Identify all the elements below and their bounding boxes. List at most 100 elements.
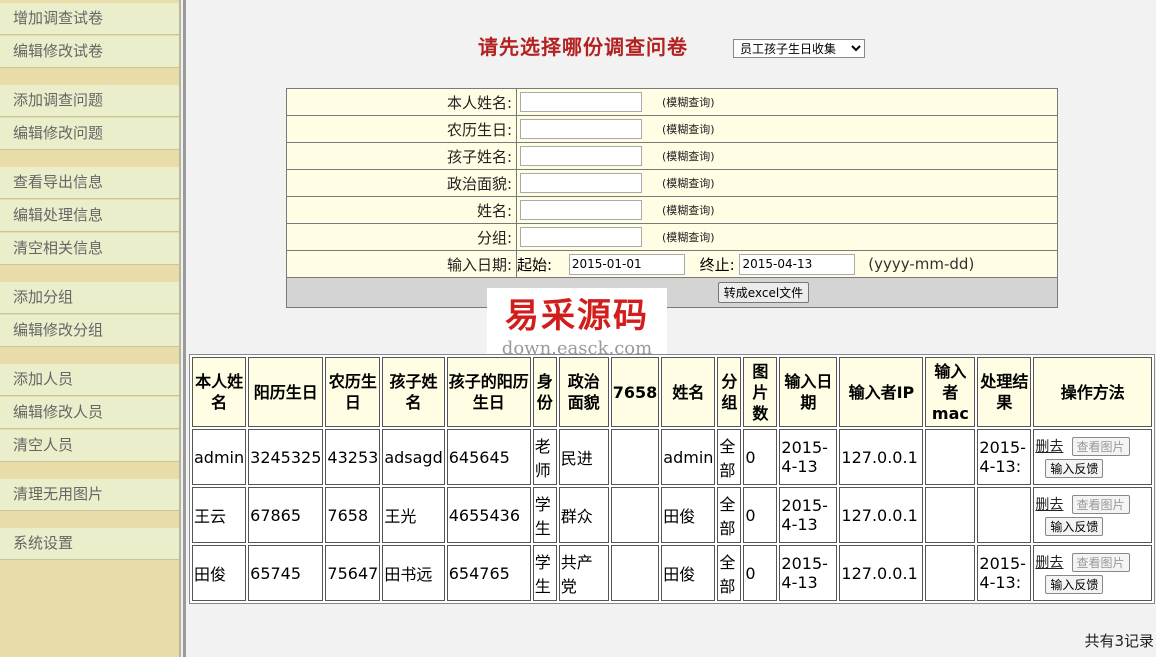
page-title: 请先选择哪份调查问卷	[478, 35, 688, 59]
fuzzy-hint: (模糊查询)	[662, 96, 715, 109]
sidebar-item-edit-person[interactable]: 编辑修改人员	[0, 397, 179, 429]
table-cell: 127.0.0.1	[839, 429, 924, 485]
view-images-button[interactable]: 查看图片	[1071, 495, 1130, 514]
group-input[interactable]	[520, 227, 642, 247]
date-format-hint: (yyyy-mm-dd)	[868, 255, 975, 273]
feedback-button[interactable]: 输入反馈	[1045, 459, 1104, 478]
col-header: 农历生日	[325, 357, 381, 427]
sidebar-item-view-export[interactable]: 查看导出信息	[0, 167, 179, 199]
date-end-input[interactable]	[739, 253, 856, 275]
sidebar-item-system-settings[interactable]: 系统设置	[0, 528, 179, 560]
feedback-button[interactable]: 输入反馈	[1045, 517, 1104, 536]
query-form: 本人姓名: (模糊查询) 农历生日: (模糊查询) 孩子姓名: (模糊查询) 政…	[286, 88, 1058, 308]
survey-select[interactable]: 员工孩子生日收集	[733, 39, 865, 58]
table-cell: 75647	[325, 545, 381, 601]
table-cell: 共产党	[558, 545, 609, 601]
fuzzy-hint: (模糊查询)	[662, 150, 715, 163]
field-label-self-name: 本人姓名:	[286, 88, 517, 116]
table-row: 王云 67865 7658 王光 4655436 学生 群众 田俊 全部 0 2…	[192, 487, 1152, 543]
col-header: 孩子的阳历生日	[446, 357, 531, 427]
table-cell: 全部	[717, 487, 742, 543]
col-header: 身份	[532, 357, 557, 427]
field-label-input-date: 输入日期:	[286, 250, 517, 278]
table-row: admin 3245325 43253 adsagd 645645 老师 民进 …	[192, 429, 1152, 485]
table-cell: 全部	[717, 545, 742, 601]
table-cell: 2015-4-13:	[977, 429, 1032, 485]
view-images-button[interactable]: 查看图片	[1071, 553, 1130, 572]
table-cell: 67865	[248, 487, 324, 543]
political-status-input[interactable]	[520, 173, 642, 193]
view-images-button[interactable]: 查看图片	[1071, 437, 1130, 456]
col-header: 7658	[610, 357, 660, 427]
delete-link[interactable]: 删去	[1035, 497, 1063, 513]
op-cell: 删去 查看图片 输入反馈	[1033, 487, 1152, 543]
table-cell: 127.0.0.1	[839, 487, 924, 543]
table-cell	[610, 429, 660, 485]
sidebar: 增加调查试卷 编辑修改试卷 添加调查问题 编辑修改问题 查看导出信息 编辑处理信…	[0, 0, 181, 657]
col-header: 输入者mac	[925, 357, 976, 427]
sidebar-item-add-group[interactable]: 添加分组	[0, 282, 179, 314]
records-table: 本人姓名 阳历生日 农历生日 孩子姓名 孩子的阳历生日 身份 政治面貌 7658…	[189, 354, 1155, 604]
table-cell	[610, 487, 660, 543]
sidebar-item-clean-images[interactable]: 清理无用图片	[0, 479, 179, 511]
field-label-lunar-birthday: 农历生日:	[286, 115, 517, 143]
delete-link[interactable]: 删去	[1035, 439, 1063, 455]
watermark: 易采源码 down.easck.com	[487, 288, 667, 364]
field-label-name: 姓名:	[286, 196, 517, 224]
table-cell: 654765	[446, 545, 531, 601]
export-excel-button[interactable]: 转成excel文件	[717, 282, 810, 303]
name-input[interactable]	[520, 200, 642, 220]
sidebar-item-edit-process[interactable]: 编辑处理信息	[0, 200, 179, 232]
table-cell: 7658	[325, 487, 381, 543]
export-row: 转成excel文件	[286, 277, 1058, 308]
feedback-button[interactable]: 输入反馈	[1045, 575, 1104, 594]
field-label-child-name: 孩子姓名:	[286, 142, 517, 170]
table-header-row: 本人姓名 阳历生日 农历生日 孩子姓名 孩子的阳历生日 身份 政治面貌 7658…	[192, 357, 1152, 427]
watermark-logo-text: 易采源码	[505, 296, 649, 336]
child-name-input[interactable]	[520, 146, 642, 166]
sidebar-item-edit-survey[interactable]: 编辑修改试卷	[0, 36, 179, 68]
table-cell	[925, 487, 976, 543]
self-name-input[interactable]	[520, 92, 642, 112]
table-cell	[977, 487, 1032, 543]
table-cell: 田俊	[192, 545, 247, 601]
fuzzy-hint: (模糊查询)	[662, 231, 715, 244]
col-header: 孩子姓名	[382, 357, 445, 427]
delete-link[interactable]: 删去	[1035, 555, 1063, 571]
table-cell: 2015-4-13	[779, 487, 838, 543]
table-cell: 65745	[248, 545, 324, 601]
table-cell: 4655436	[446, 487, 531, 543]
sidebar-item-add-survey[interactable]: 增加调查试卷	[0, 3, 179, 35]
table-cell: 0	[743, 429, 778, 485]
table-cell: 田俊	[661, 545, 716, 601]
table-cell: 群众	[558, 487, 609, 543]
date-start-input[interactable]	[568, 253, 685, 275]
table-cell	[925, 545, 976, 601]
op-cell: 删去 查看图片 输入反馈	[1033, 545, 1152, 601]
table-cell: 全部	[717, 429, 742, 485]
lunar-birthday-input[interactable]	[520, 119, 642, 139]
record-count: 共有3记录	[1084, 632, 1154, 650]
table-cell: 田书远	[382, 545, 445, 601]
sidebar-item-add-question[interactable]: 添加调查问题	[0, 85, 179, 117]
table-cell: 127.0.0.1	[839, 545, 924, 601]
table-cell: 43253	[325, 429, 381, 485]
sidebar-item-clear-info[interactable]: 清空相关信息	[0, 233, 179, 265]
table-cell	[610, 545, 660, 601]
col-header: 阳历生日	[248, 357, 324, 427]
sidebar-item-edit-group[interactable]: 编辑修改分组	[0, 315, 179, 347]
table-cell: 王云	[192, 487, 247, 543]
op-cell: 删去 查看图片 输入反馈	[1033, 429, 1152, 485]
col-header: 处理结果	[977, 357, 1032, 427]
sidebar-item-clear-person[interactable]: 清空人员	[0, 430, 179, 462]
fuzzy-hint: (模糊查询)	[662, 204, 715, 217]
table-cell	[925, 429, 976, 485]
field-label-political-status: 政治面貌:	[286, 169, 517, 197]
table-cell: 民进	[558, 429, 609, 485]
col-header: 图片数	[743, 357, 778, 427]
table-cell: 田俊	[661, 487, 716, 543]
table-cell: 2015-4-13:	[977, 545, 1032, 601]
col-header: 分组	[717, 357, 742, 427]
sidebar-item-edit-question[interactable]: 编辑修改问题	[0, 118, 179, 150]
sidebar-item-add-person[interactable]: 添加人员	[0, 364, 179, 396]
